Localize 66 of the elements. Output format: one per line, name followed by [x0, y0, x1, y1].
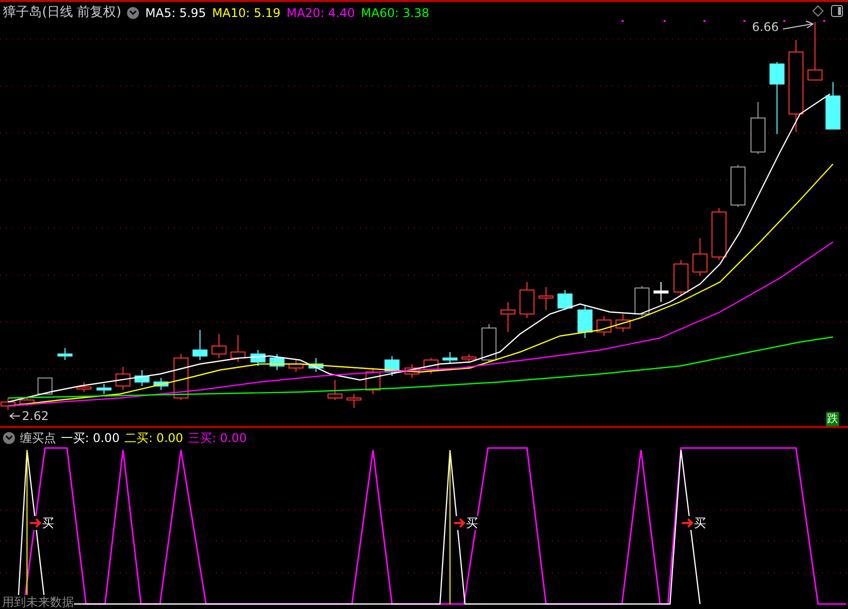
candlestick [58, 348, 72, 360]
candlestick [616, 314, 630, 332]
candlestick [750, 102, 766, 154]
candlestick [384, 356, 400, 376]
arrow-icon [682, 518, 694, 528]
candlestick [38, 378, 52, 394]
candlestick [76, 382, 92, 392]
moving-average-label: MA20: 4.40 [286, 4, 355, 22]
candlestick [578, 306, 592, 338]
candlestick [154, 378, 168, 390]
indicator-value: 三买: 0.00 [188, 430, 247, 447]
indicator-value: 一买: 0.00 [61, 430, 120, 447]
candlestick [174, 354, 188, 400]
buy-marker: 买 [694, 516, 706, 530]
buy-marker: 买 [466, 516, 478, 530]
arrow-icon [454, 518, 466, 528]
dropdown-icon[interactable] [127, 6, 140, 19]
candlestick [270, 354, 284, 370]
moving-average-label: MA60: 3.38 [360, 4, 430, 22]
candlestick [634, 286, 650, 316]
candlestick [116, 366, 130, 390]
candlestick [482, 324, 496, 362]
candlestick [808, 22, 822, 80]
moving-average-label: MA5: 5.95 [145, 4, 206, 22]
candlestick [520, 282, 534, 318]
candlestick [674, 260, 688, 296]
candlestick [692, 238, 708, 276]
candlestick [596, 316, 612, 336]
high-price-label: 6.66 [752, 19, 779, 36]
high-arrow-icon [782, 20, 814, 30]
low-price-label: 2.62 [22, 409, 49, 423]
dropdown-icon[interactable] [3, 432, 15, 444]
candlestick [230, 334, 246, 362]
candlestick [442, 352, 458, 364]
candlestick [654, 282, 668, 302]
candlestick [134, 370, 150, 386]
candlestick [250, 350, 266, 366]
candlestick [424, 358, 438, 374]
low-arrow-icon [9, 412, 20, 420]
candlestick [308, 358, 324, 372]
candlestick [366, 368, 380, 394]
candlestick [346, 394, 362, 408]
indicator-title: 缠买点 [20, 430, 56, 447]
chart-title: 獐子岛(日线 前复权) [3, 4, 122, 22]
candlestick [212, 334, 226, 358]
candlestick [288, 360, 304, 372]
footer-note: 用到未来数据 [2, 595, 74, 609]
candlestick [462, 354, 476, 362]
candlestick [96, 384, 112, 394]
candlestick [328, 380, 342, 400]
candlestick [20, 398, 34, 406]
trend-badge: 跌 [826, 412, 839, 426]
candlestick [730, 164, 746, 208]
candlestick [500, 302, 516, 332]
candlestick [558, 290, 572, 310]
candlestick [826, 82, 840, 130]
arrow-icon [30, 518, 42, 528]
diamond-icon[interactable] [812, 5, 824, 17]
candlestick [404, 364, 420, 378]
buy-marker: 买 [42, 516, 54, 530]
candlestick [538, 286, 554, 310]
moving-average-label: MA10: 5.19 [212, 4, 280, 22]
candlestick [192, 330, 208, 360]
indicator-value: 二买: 0.00 [124, 430, 184, 447]
panel-toggle-icon[interactable] [831, 5, 843, 17]
candlestick [712, 208, 726, 260]
